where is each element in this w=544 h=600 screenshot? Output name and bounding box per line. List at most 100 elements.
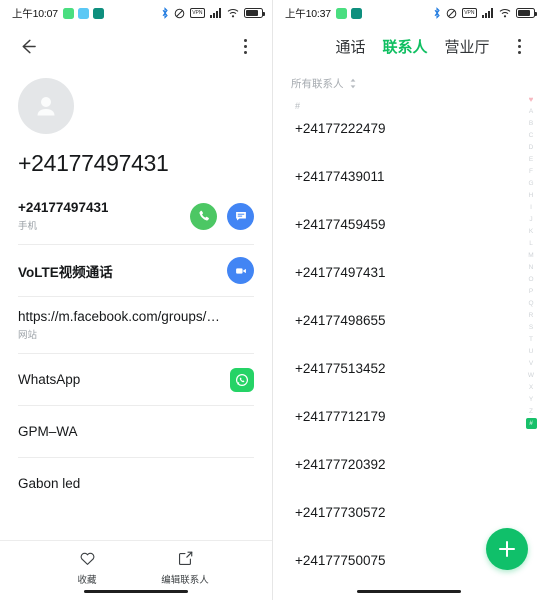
telegram-notification-icon xyxy=(77,7,89,19)
favorite-button[interactable]: 收藏 xyxy=(57,550,117,586)
list-item[interactable]: +24177459459 xyxy=(273,200,544,248)
row-divider xyxy=(18,405,254,406)
home-indicator[interactable] xyxy=(356,589,461,593)
contact-field-row[interactable]: VoLTE视频通话 xyxy=(0,244,272,296)
index-letter[interactable]: O xyxy=(526,274,537,285)
list-item[interactable]: +24177439011 xyxy=(273,152,544,200)
field-text-block: WhatsApp xyxy=(18,372,80,387)
dnd-icon xyxy=(174,8,185,18)
index-letter[interactable]: C xyxy=(526,130,537,141)
index-letter[interactable]: S xyxy=(526,322,537,333)
tab-calls[interactable]: 通话 xyxy=(335,36,365,57)
index-letter[interactable]: K xyxy=(526,226,537,237)
detail-overflow-menu-button[interactable] xyxy=(232,33,258,59)
home-indicator[interactable] xyxy=(84,589,188,593)
signal-icon xyxy=(210,8,221,18)
edit-contact-button[interactable]: 编辑联系人 xyxy=(155,550,215,586)
field-text-block: VoLTE视频通话 xyxy=(18,261,113,281)
index-letter[interactable]: M xyxy=(526,250,537,261)
sort-chevron-icon xyxy=(350,78,355,89)
status-system-icons: VPN xyxy=(161,7,265,19)
status-system-icons: VPN xyxy=(433,7,537,19)
index-letter[interactable]: B xyxy=(526,118,537,129)
field-primary: Gabon led xyxy=(18,476,81,491)
tab-contacts[interactable]: 联系人 xyxy=(382,36,427,57)
index-letter[interactable]: R xyxy=(526,310,537,321)
status-time: 上午10:37 xyxy=(285,7,331,20)
row-divider xyxy=(18,296,254,297)
list-item[interactable]: +24177513452 xyxy=(273,344,544,392)
whatsapp-button[interactable] xyxy=(230,367,254,392)
row-divider xyxy=(18,457,254,458)
contact-detail-screen: 上午10:07 VPN +24177497431 +24177497431 手机… xyxy=(0,0,272,600)
index-letter[interactable]: J xyxy=(526,214,537,225)
index-letter[interactable]: E xyxy=(526,154,537,165)
field-subtitle: 手机 xyxy=(18,221,38,232)
list-item[interactable]: +24177720392 xyxy=(273,440,544,488)
contacts-filter[interactable]: 所有联系人 xyxy=(273,66,544,97)
battery-icon xyxy=(244,8,265,18)
index-letter[interactable]: H xyxy=(526,190,537,201)
index-letter[interactable]: G xyxy=(526,178,537,189)
contacts-top-bar: 通话 联系人 营业厅 xyxy=(273,26,544,66)
list-item[interactable]: +24177498655 xyxy=(273,296,544,344)
list-item[interactable]: +24177712179 xyxy=(273,392,544,440)
contact-field-row[interactable]: https://m.facebook.com/groups/… 网站 xyxy=(0,296,272,353)
tab-bar: 通话 联系人 营业厅 xyxy=(313,36,489,57)
page-title: +24177497431 xyxy=(18,150,169,176)
whatsapp-icon xyxy=(235,373,249,386)
wifi-icon xyxy=(499,9,511,18)
status-time: 上午10:07 xyxy=(12,7,58,20)
row-divider xyxy=(18,244,254,245)
index-favorites[interactable]: ♥ xyxy=(526,94,537,105)
status-bar-right: 上午10:37 VPN xyxy=(273,0,544,26)
contact-field-row[interactable]: +24177497431 手机 xyxy=(0,187,272,244)
index-letter[interactable]: A xyxy=(526,106,537,117)
tab-business-hall[interactable]: 营业厅 xyxy=(445,36,490,57)
index-letter[interactable]: P xyxy=(526,286,537,297)
battery-icon xyxy=(516,8,537,18)
vpn-icon: VPN xyxy=(461,8,477,18)
contact-field-row[interactable]: WhatsApp xyxy=(0,353,272,405)
index-letter[interactable]: X xyxy=(526,382,537,393)
video-call-button[interactable] xyxy=(227,257,254,284)
index-letter[interactable]: Z xyxy=(526,406,537,417)
message-button[interactable] xyxy=(227,202,254,230)
phone-icon xyxy=(198,210,209,221)
index-letter[interactable]: U xyxy=(526,346,537,357)
index-letter[interactable]: I xyxy=(526,202,537,213)
index-letter[interactable]: T xyxy=(526,334,537,345)
list-item[interactable]: +24177497431 xyxy=(273,248,544,296)
favorite-label: 收藏 xyxy=(77,575,97,586)
alphabet-index[interactable]: ♥ A B C D E F G H I J K L M N O P Q R S … xyxy=(523,94,539,429)
index-letter[interactable]: F xyxy=(526,166,537,177)
dual-screenshot: 上午10:07 VPN +24177497431 +24177497431 手机… xyxy=(0,0,544,600)
whatsapp-notification-icon xyxy=(62,7,74,19)
field-text-block: GPM–WA xyxy=(18,424,78,439)
index-letter[interactable]: W xyxy=(526,370,537,381)
index-hash-selected[interactable]: # xyxy=(525,418,537,429)
call-button[interactable] xyxy=(190,202,217,230)
field-primary: +24177497431 xyxy=(18,200,109,215)
list-item[interactable]: +24177222479 xyxy=(273,104,544,152)
contacts-overflow-menu-button[interactable] xyxy=(506,33,532,59)
index-letter[interactable]: L xyxy=(526,238,537,249)
index-letter[interactable]: D xyxy=(526,142,537,153)
back-button[interactable] xyxy=(14,33,40,59)
contact-field-row[interactable]: Gabon led xyxy=(0,457,272,509)
field-actions xyxy=(230,367,254,392)
index-letter[interactable]: V xyxy=(526,358,537,369)
video-camera-icon xyxy=(235,267,246,274)
add-contact-fab[interactable] xyxy=(486,528,528,570)
field-text-block: Gabon led xyxy=(18,476,80,491)
index-letter[interactable]: N xyxy=(526,262,537,273)
index-letter[interactable]: Q xyxy=(526,298,537,309)
index-letter[interactable]: Y xyxy=(526,394,537,405)
dnd-icon xyxy=(446,8,457,18)
filter-label: 所有联系人 xyxy=(291,78,344,90)
contacts-list[interactable]: +24177222479 +24177439011 +24177459459 +… xyxy=(273,104,544,600)
row-divider xyxy=(18,353,254,354)
contact-field-row[interactable]: GPM–WA xyxy=(0,405,272,457)
wifi-icon xyxy=(227,9,239,18)
field-subtitle: 网站 xyxy=(18,330,38,341)
